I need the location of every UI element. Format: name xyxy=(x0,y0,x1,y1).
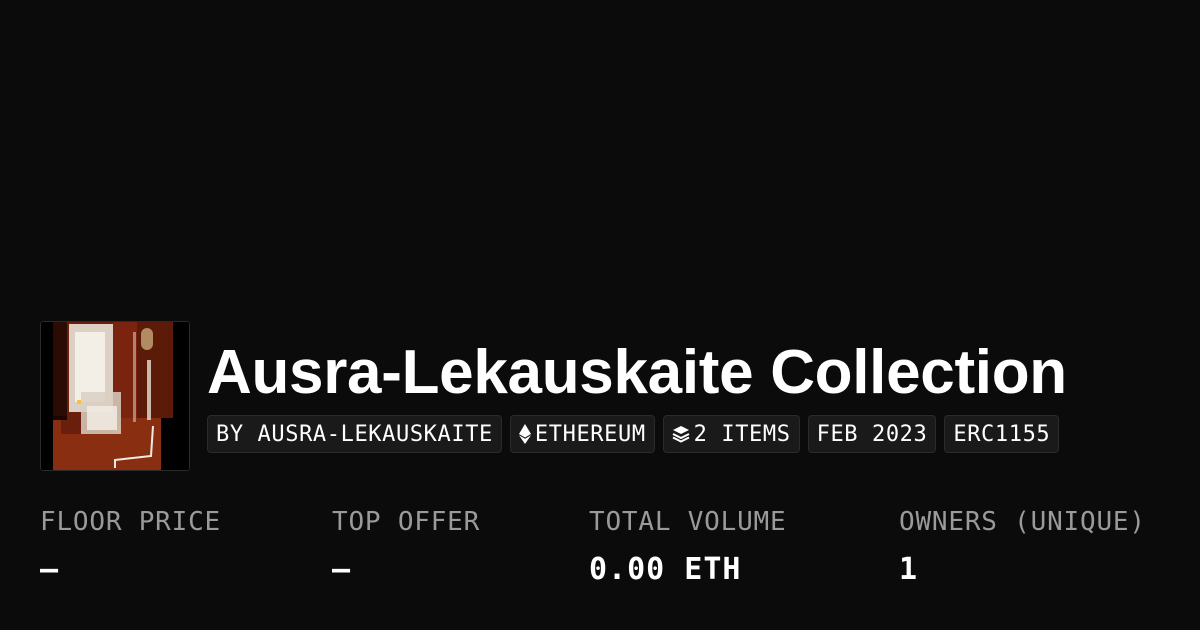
collection-avatar[interactable] xyxy=(40,321,190,471)
stat-top-offer: TOP OFFER – xyxy=(332,505,480,587)
chain-badge[interactable]: ETHEREUM xyxy=(509,415,655,453)
creator-badge[interactable]: BY AUSRA-LEKAUSKAITE xyxy=(207,415,502,453)
floor-price-label: FLOOR PRICE xyxy=(40,507,221,537)
title-block: Ausra-Lekauskaite Collection BY AUSRA-LE… xyxy=(207,339,1067,453)
stat-total-volume: TOTAL VOLUME 0.00 ETH xyxy=(589,505,786,587)
creator-label: BY AUSRA-LEKAUSKAITE xyxy=(216,421,493,447)
top-offer-label: TOP OFFER xyxy=(332,507,481,537)
date-label: FEB 2023 xyxy=(816,421,928,447)
owners-label: OWNERS (UNIQUE) xyxy=(899,507,1146,537)
date-badge: FEB 2023 xyxy=(807,415,937,453)
total-volume-label: TOTAL VOLUME xyxy=(589,507,787,537)
stat-floor-price: FLOOR PRICE – xyxy=(40,505,221,587)
total-volume-value: 0.00 ETH xyxy=(589,552,742,587)
top-offer-value: – xyxy=(332,552,352,587)
layers-icon xyxy=(672,425,690,443)
standard-label: ERC1155 xyxy=(953,421,1051,447)
collection-header: Ausra-Lekauskaite Collection BY AUSRA-LE… xyxy=(40,321,1067,471)
artwork-thumbnail xyxy=(41,322,189,470)
ethereum-icon xyxy=(518,424,531,444)
owners-value: 1 xyxy=(899,552,919,587)
collection-badges: BY AUSRA-LEKAUSKAITE ETHEREUM 2 ITEMS FE… xyxy=(207,415,1067,453)
standard-badge: ERC1155 xyxy=(944,415,1060,453)
collection-title: Ausra-Lekauskaite Collection xyxy=(207,338,1067,407)
chain-label: ETHEREUM xyxy=(534,421,646,447)
items-badge[interactable]: 2 ITEMS xyxy=(662,415,800,453)
items-label: 2 ITEMS xyxy=(693,421,791,447)
floor-price-value: – xyxy=(40,552,60,587)
stat-owners: OWNERS (UNIQUE) 1 xyxy=(899,505,1146,587)
collection-stats: FLOOR PRICE – TOP OFFER – TOTAL VOLUME 0… xyxy=(40,505,1200,595)
